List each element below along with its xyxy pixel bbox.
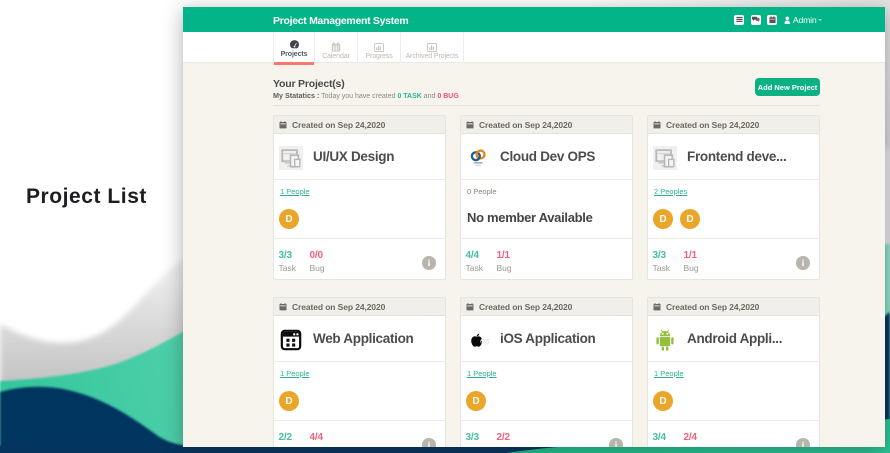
svg-text:OS: OS (480, 338, 489, 345)
